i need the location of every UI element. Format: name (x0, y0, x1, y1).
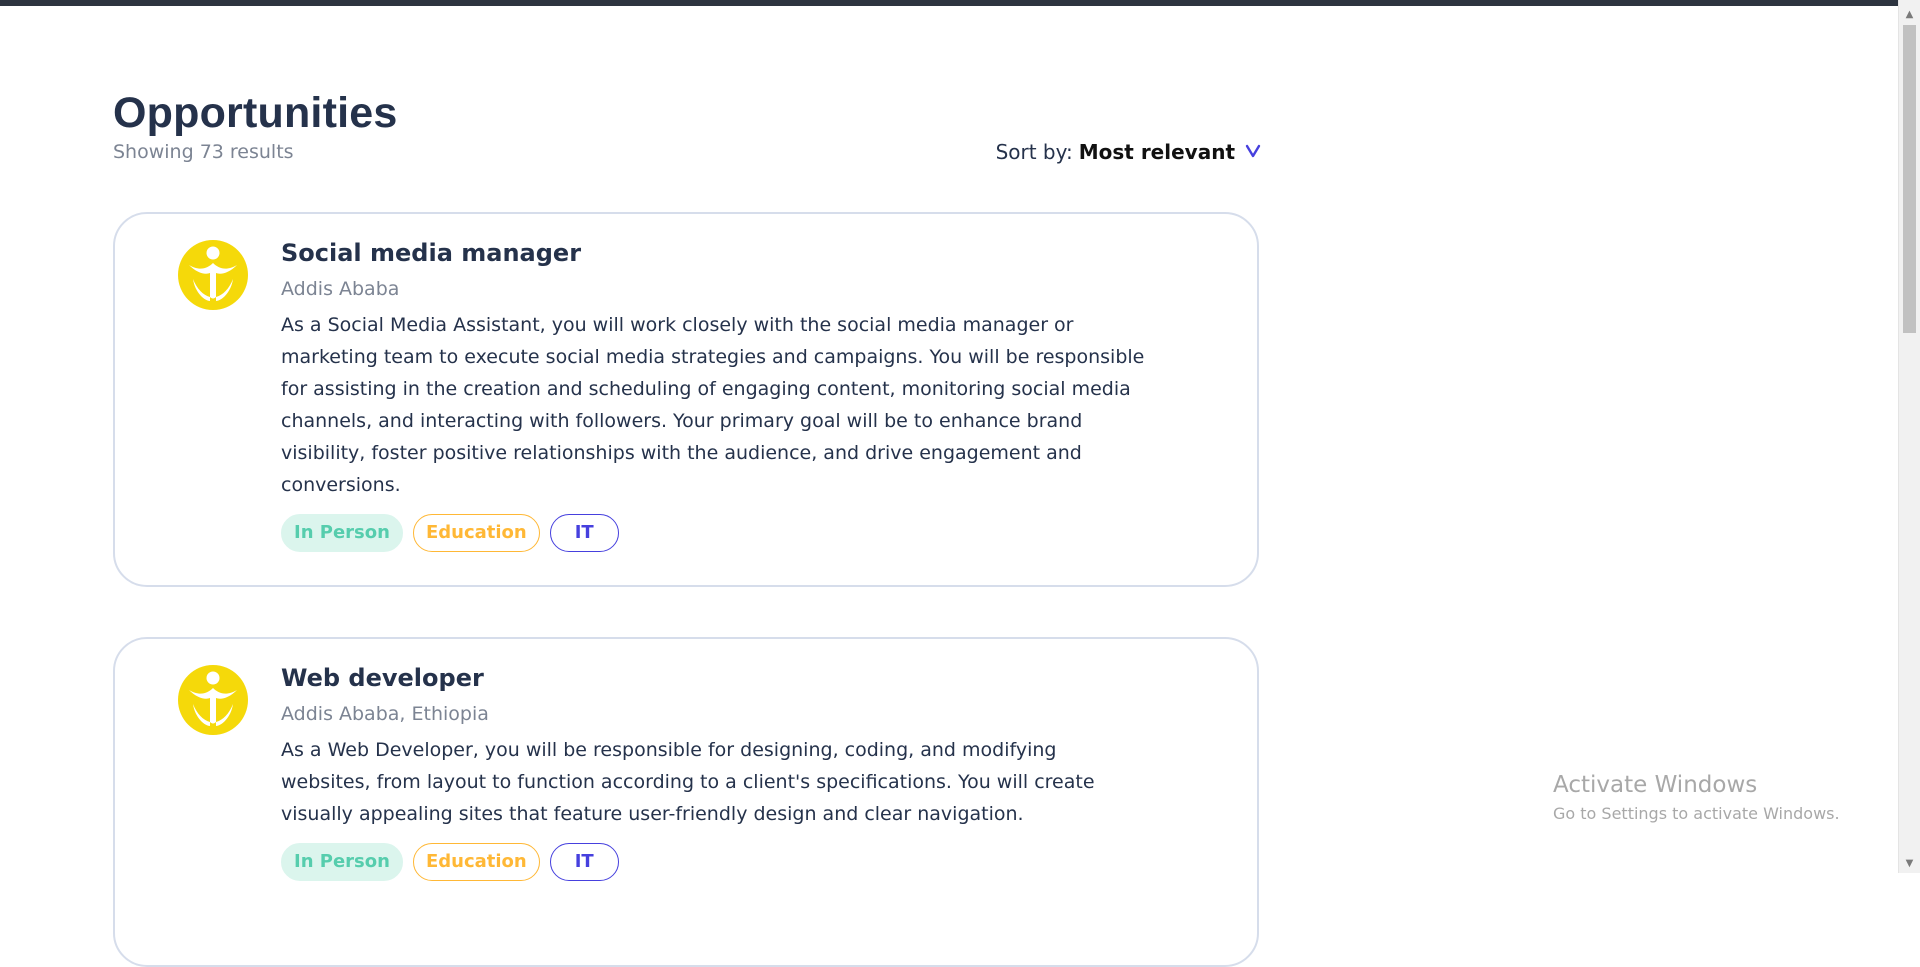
job-description: As a Social Media Assistant, you will wo… (281, 313, 1145, 496)
sort-label: Sort by: (995, 140, 1073, 164)
sort-dropdown[interactable]: Sort by: Most relevant (996, 140, 1261, 164)
job-card[interactable]: Social media manager Addis Ababa As a So… (113, 212, 1259, 587)
sort-value: Most relevant (1078, 140, 1235, 164)
job-card[interactable]: Web developer Addis Ababa, Ethiopia As a… (113, 637, 1259, 967)
job-card-body: Web developer Addis Ababa, Ethiopia As a… (281, 664, 1161, 881)
tag-in-person: In Person (281, 513, 403, 552)
page-title: Opportunities (113, 89, 398, 137)
job-title[interactable]: Social media manager (281, 239, 1161, 268)
tag-education: Education (412, 513, 540, 552)
scrollbar-thumb[interactable] (1903, 25, 1916, 333)
job-location: Addis Ababa, Ethiopia (281, 702, 489, 725)
main-content: Opportunities Showing 73 results Sort by… (113, 89, 1261, 967)
job-tags: In Person Education IT (281, 842, 1161, 881)
job-title[interactable]: Web developer (281, 664, 1161, 693)
activate-windows-watermark: Activate Windows Go to Settings to activ… (1553, 772, 1840, 823)
company-logo-icon (177, 664, 249, 736)
job-card-body: Social media manager Addis Ababa As a So… (281, 239, 1161, 552)
vertical-scrollbar[interactable]: ▲ ▼ (1898, 0, 1920, 873)
tag-it: IT (549, 842, 619, 881)
company-logo-icon (177, 239, 249, 311)
tag-it: IT (549, 513, 619, 552)
scroll-up-icon[interactable]: ▲ (1899, 6, 1920, 24)
tag-in-person: In Person (281, 842, 403, 881)
scroll-down-icon[interactable]: ▼ (1899, 855, 1920, 873)
job-location: Addis Ababa (281, 277, 400, 300)
watermark-title: Activate Windows (1553, 772, 1758, 798)
window-top-bar (0, 0, 1898, 6)
tag-education: Education (412, 842, 540, 881)
watermark-subtitle: Go to Settings to activate Windows. (1553, 804, 1840, 823)
job-description: As a Web Developer, you will be responsi… (281, 738, 1095, 825)
job-tags: In Person Education IT (281, 513, 1161, 552)
chevron-down-icon (1245, 142, 1261, 163)
